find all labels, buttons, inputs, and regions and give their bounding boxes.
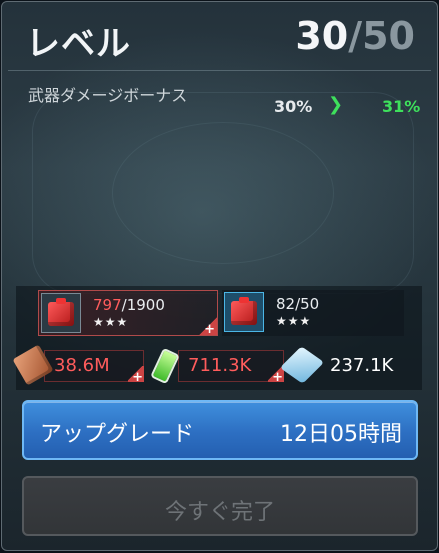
upgrade-button[interactable]: アップグレード 12日05時間: [22, 400, 418, 460]
background-decoration-ring: [112, 122, 334, 264]
add-material-button[interactable]: +: [199, 317, 217, 337]
plus-icon: +: [132, 370, 143, 385]
star-rating: ★★★: [93, 315, 129, 329]
level-max: 50: [362, 14, 415, 58]
level-current: 30: [295, 14, 349, 58]
level-indicator: 30/50: [295, 14, 415, 58]
add-resource-button[interactable]: +: [128, 366, 144, 385]
resource-crystal: 237.1K: [279, 346, 408, 384]
resource-copper[interactable]: 38.6M +: [12, 344, 144, 386]
resource-battery[interactable]: 711.3K +: [150, 347, 284, 385]
upgrade-panel: レベル 30/50 武器ダメージボーナス 30% ❯ 31% 797/1900 …: [1, 1, 438, 551]
bonus-next-value: 31%: [382, 97, 421, 116]
complete-now-label: 今すぐ完了: [164, 500, 275, 525]
star-rating: ★★★: [276, 314, 312, 328]
resource-value: 237.1K: [330, 355, 394, 376]
upgrade-time: 12日05時間: [280, 422, 402, 447]
resource-value: 711.3K: [188, 355, 252, 376]
material-count: 82/50: [276, 295, 320, 313]
complete-now-button[interactable]: 今すぐ完了: [22, 476, 418, 536]
battery-icon: [150, 347, 180, 385]
panel-title: レベル: [26, 24, 131, 64]
level-separator: /: [348, 14, 363, 58]
plus-icon: +: [204, 322, 215, 337]
plus-icon: +: [272, 370, 283, 385]
material-icon-frame: [41, 293, 81, 333]
divider: [8, 70, 431, 71]
upgrade-label: アップグレード: [40, 422, 195, 447]
resource-value: 38.6M: [54, 355, 110, 376]
chevron-right-icon: ❯: [328, 94, 344, 115]
material-count: 797/1900: [93, 296, 165, 314]
material-card-cubes-owned[interactable]: 82/50 ★★★: [222, 290, 404, 336]
red-cube-icon: [231, 297, 257, 325]
material-icon-frame: [224, 292, 264, 332]
material-card-cubes[interactable]: 797/1900 ★★★ +: [38, 290, 218, 337]
red-cube-icon: [48, 298, 74, 326]
bonus-current-value: 30%: [274, 97, 313, 116]
bonus-label: 武器ダメージボーナス: [28, 86, 188, 105]
